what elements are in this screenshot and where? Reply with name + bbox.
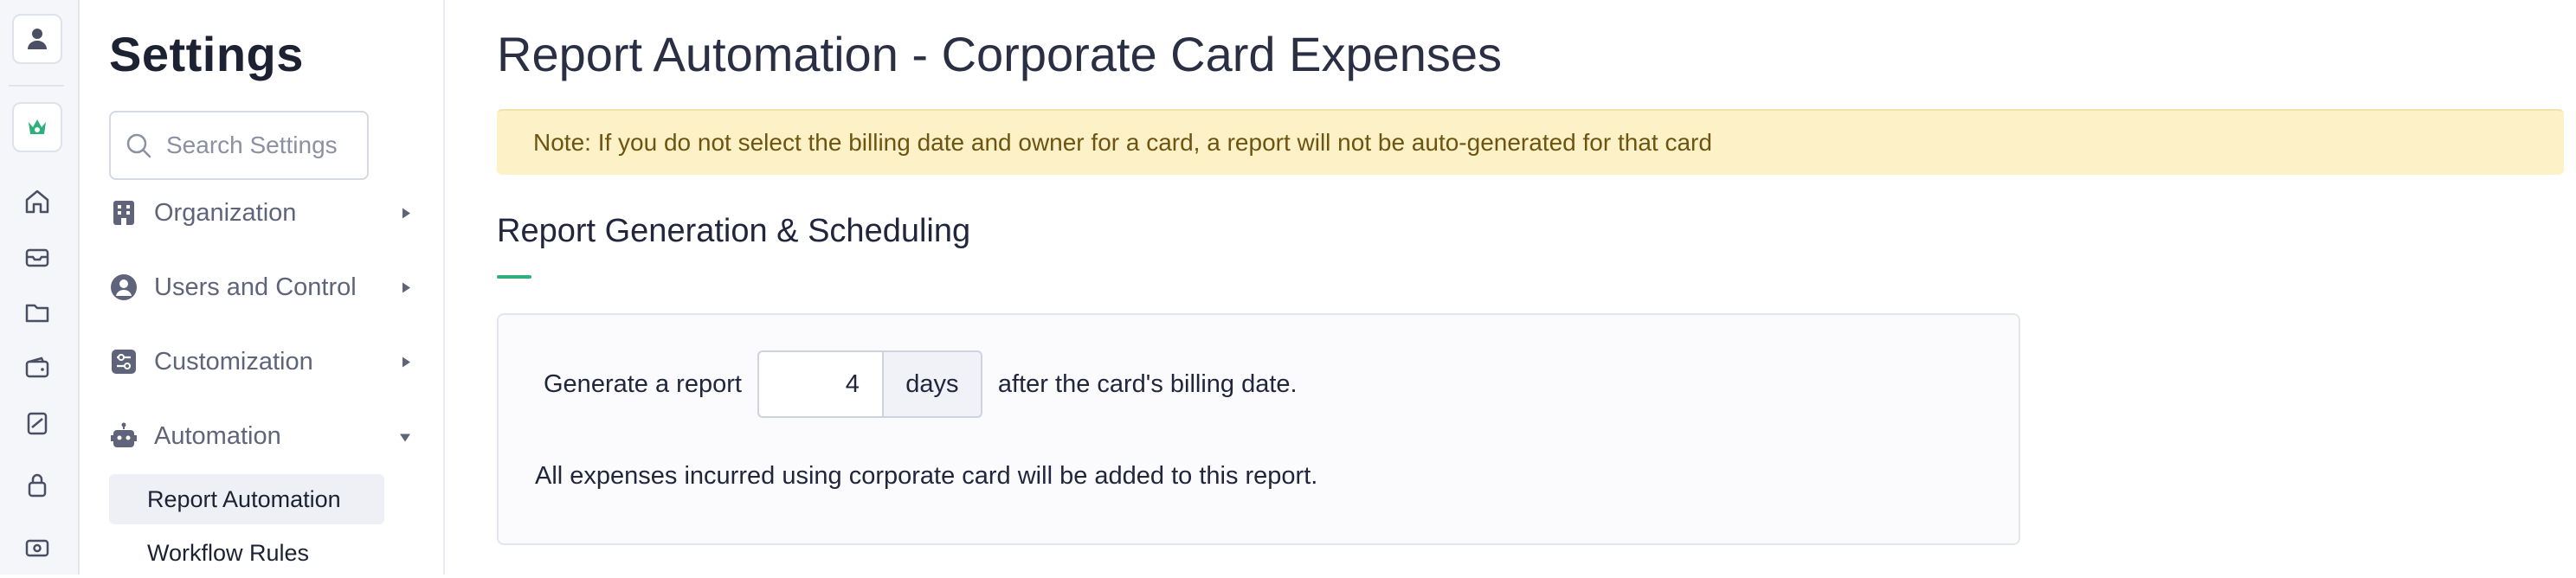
robot-icon <box>109 421 138 451</box>
folder-icon[interactable] <box>12 287 62 337</box>
building-icon <box>109 198 138 228</box>
generate-prefix-label: Generate a report <box>544 369 742 398</box>
generate-suffix-label: after the card's billing date. <box>997 369 1298 398</box>
generate-report-row: Generate a report 4 days after the card'… <box>544 350 1298 419</box>
days-input[interactable]: 4 <box>757 350 882 418</box>
report-generation-card: Generate a report 4 days after the card'… <box>497 313 2020 545</box>
sidebar-item-label: Automation <box>154 421 281 450</box>
search-field[interactable] <box>109 111 369 180</box>
card-icon[interactable] <box>12 398 62 448</box>
sidebar-item-label: Customization <box>154 347 313 376</box>
sidebar-item-automation[interactable]: Automation <box>109 412 412 460</box>
inbox-icon[interactable] <box>12 232 62 282</box>
sidebar-subitem-report-automation[interactable]: Report Automation <box>109 474 384 524</box>
search-input[interactable] <box>164 131 358 160</box>
wallet-icon[interactable] <box>12 343 62 393</box>
sliders-icon <box>109 347 138 376</box>
note-banner: Note: If you do not select the billing d… <box>497 109 2564 175</box>
app-rail <box>0 0 80 575</box>
days-unit-label: days <box>881 350 982 418</box>
card-note-text: All expenses incurred using corporate ca… <box>535 462 1318 490</box>
sidebar-item-customization[interactable]: Customization <box>109 337 412 386</box>
sidebar-item-users-and-control[interactable]: Users and Control <box>109 263 412 311</box>
section-title: Report Generation & Scheduling <box>497 213 971 249</box>
caret-right-icon <box>400 273 412 302</box>
lock-icon[interactable] <box>12 460 62 511</box>
sidebar-subitem-workflow-rules[interactable]: Workflow Rules <box>109 528 384 578</box>
caret-right-icon <box>400 199 412 228</box>
rail-divider <box>9 85 64 87</box>
user-icon[interactable] <box>12 14 62 64</box>
cash-icon[interactable] <box>12 523 62 573</box>
brand-logo-icon[interactable] <box>12 102 62 152</box>
main-content: Report Automation - Corporate Card Expen… <box>445 0 2576 575</box>
section-underline <box>497 275 531 279</box>
home-icon[interactable] <box>12 177 62 227</box>
days-input-group: 4 days <box>757 350 982 418</box>
page-title: Report Automation - Corporate Card Expen… <box>497 27 1503 81</box>
user-circle-icon <box>109 273 138 302</box>
caret-right-icon <box>400 348 412 376</box>
sidebar-title: Settings <box>109 27 304 81</box>
settings-sidebar: Settings Organization Users and Control … <box>80 0 445 575</box>
sidebar-item-label: Users and Control <box>154 273 357 301</box>
sidebar-item-organization[interactable]: Organization <box>109 189 412 237</box>
sidebar-item-label: Organization <box>154 198 297 227</box>
search-icon <box>126 133 151 158</box>
caret-down-icon <box>398 422 412 451</box>
